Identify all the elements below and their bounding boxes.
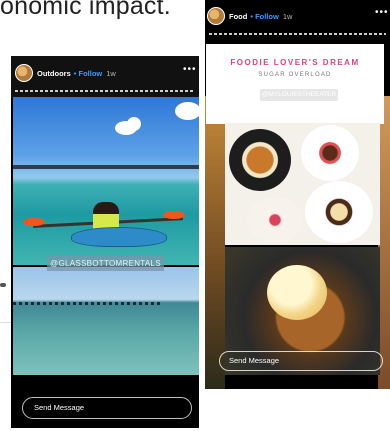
pier-photo [13, 267, 199, 375]
plate [301, 125, 359, 181]
skillet [229, 129, 291, 191]
account-name[interactable]: Food [229, 12, 247, 21]
post-time: 1w [282, 11, 293, 21]
title-card: FOODIE LOVER'S DREAM SUGAR OVERLOAD [206, 44, 384, 124]
bridge [13, 165, 199, 169]
follow-button[interactable]: • Follow [250, 12, 278, 21]
plate [305, 181, 373, 243]
story-progress-bar [15, 90, 195, 92]
follow-button[interactable]: • Follow [74, 69, 102, 78]
follow-label: Follow [255, 11, 279, 21]
paddle-blade [163, 211, 185, 219]
post-time: 1w [106, 68, 116, 78]
background-photo-left [205, 96, 225, 389]
card-subtitle: SUGAR OVERLOAD [258, 72, 332, 78]
story-header: Food • Follow 1w [207, 7, 292, 25]
pier [13, 302, 163, 305]
more-options-icon[interactable]: ••• [375, 7, 389, 18]
follow-label: Follow [78, 68, 103, 78]
bullet-dot [0, 283, 6, 287]
separator: • [73, 68, 77, 78]
article-headline: onomic impact. [0, 0, 171, 20]
plate [247, 197, 303, 243]
avatar[interactable] [15, 64, 33, 82]
separator: • [250, 11, 253, 21]
avatar[interactable] [207, 7, 225, 25]
ice-cream-scoop [267, 265, 327, 320]
kayak-photo [13, 97, 199, 265]
kayak [71, 227, 167, 247]
send-message-input[interactable]: Send Message [22, 397, 192, 419]
story-progress-bar [209, 33, 386, 35]
dessert-photo [225, 123, 380, 245]
send-message-input[interactable]: Send Message [219, 351, 383, 371]
cloud [175, 102, 199, 120]
paddle-blade [23, 218, 45, 226]
card-title: FOODIE LOVER'S DREAM [230, 58, 360, 67]
more-options-icon[interactable]: ••• [183, 64, 197, 75]
photo-tag[interactable]: @MYLOUIESTHEEATER [260, 89, 338, 101]
story-header: Outdoors • Follow 1w [15, 64, 116, 82]
cloud [127, 117, 141, 131]
account-name[interactable]: Outdoors [37, 69, 71, 78]
photo-tag[interactable]: @GLASSBOTTOMRENTALS [47, 256, 164, 271]
